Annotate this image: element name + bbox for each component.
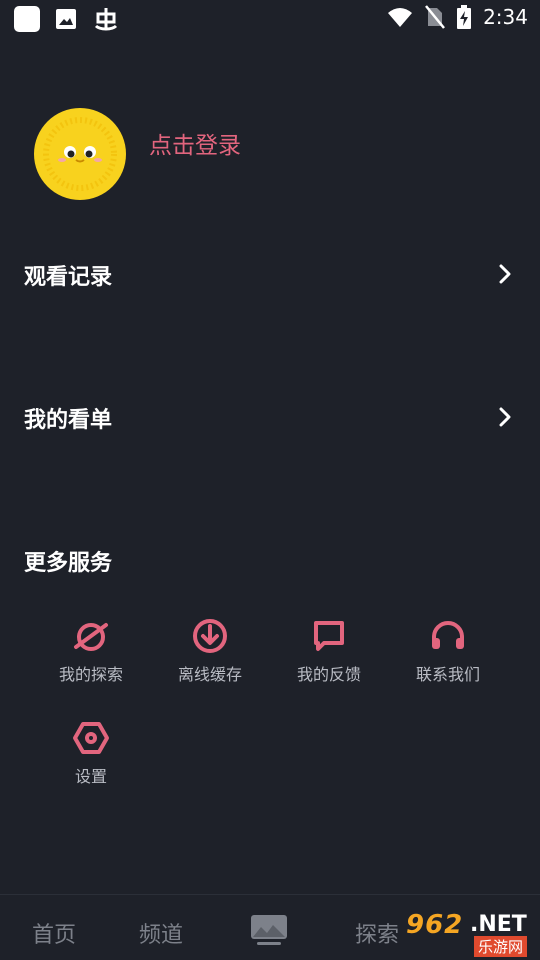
status-left-icons	[14, 6, 120, 32]
sun-face-avatar[interactable]	[34, 108, 126, 200]
service-my-explore[interactable]: 我的探索	[36, 617, 146, 697]
status-time: 2:34	[483, 5, 528, 29]
more-services-title: 更多服务	[24, 551, 113, 576]
screen-icon[interactable]	[249, 913, 289, 947]
no-sim-icon	[425, 5, 446, 29]
app-square-icon	[14, 6, 40, 32]
service-my-feedback[interactable]: 我的反馈	[274, 617, 384, 697]
feedback-icon	[314, 621, 344, 651]
login-link[interactable]: 点击登录	[149, 126, 241, 160]
site-watermark: 962 .NET 乐游网	[400, 908, 538, 957]
service-label: 我的反馈	[296, 665, 361, 684]
service-settings[interactable]: 设置	[36, 719, 146, 799]
settings-hexagon-icon	[73, 722, 109, 754]
nav-home[interactable]: 首页	[32, 917, 76, 949]
watermark-sub: 乐游网	[474, 936, 528, 957]
watch-history-row[interactable]: 观看记录	[0, 244, 540, 304]
service-contact-us[interactable]: 联系我们	[393, 617, 503, 697]
nav-explore[interactable]: 探索	[355, 917, 399, 949]
chevron-right-icon	[499, 264, 511, 284]
service-label: 联系我们	[415, 665, 480, 684]
watch-history-label: 观看记录	[24, 265, 113, 290]
watermark-net: .NET	[470, 912, 527, 937]
chevron-right-icon	[499, 407, 511, 427]
status-bar: 2:34	[0, 0, 540, 38]
wifi-icon	[388, 8, 413, 27]
explore-icon	[74, 623, 108, 651]
nav-channels[interactable]: 频道	[139, 917, 183, 949]
service-label: 设置	[74, 767, 107, 786]
battery-charging-icon	[457, 5, 472, 29]
watermark-number: 962	[406, 910, 464, 940]
service-offline-cache[interactable]: 离线缓存	[155, 617, 265, 697]
profile-page: 2:34 点击登录 观看记录 我的看单 更多服务 我的探索 离线缓存 我的反馈 …	[0, 0, 540, 960]
status-right-icons: 2:34	[387, 5, 528, 29]
service-label: 离线缓存	[177, 665, 242, 684]
my-list-label: 我的看单	[24, 408, 113, 433]
download-icon	[193, 619, 227, 653]
bug-icon	[94, 8, 118, 31]
headphones-icon	[432, 621, 464, 649]
service-label: 我的探索	[58, 665, 123, 684]
my-list-row[interactable]: 我的看单	[0, 387, 540, 447]
image-icon	[56, 9, 76, 29]
